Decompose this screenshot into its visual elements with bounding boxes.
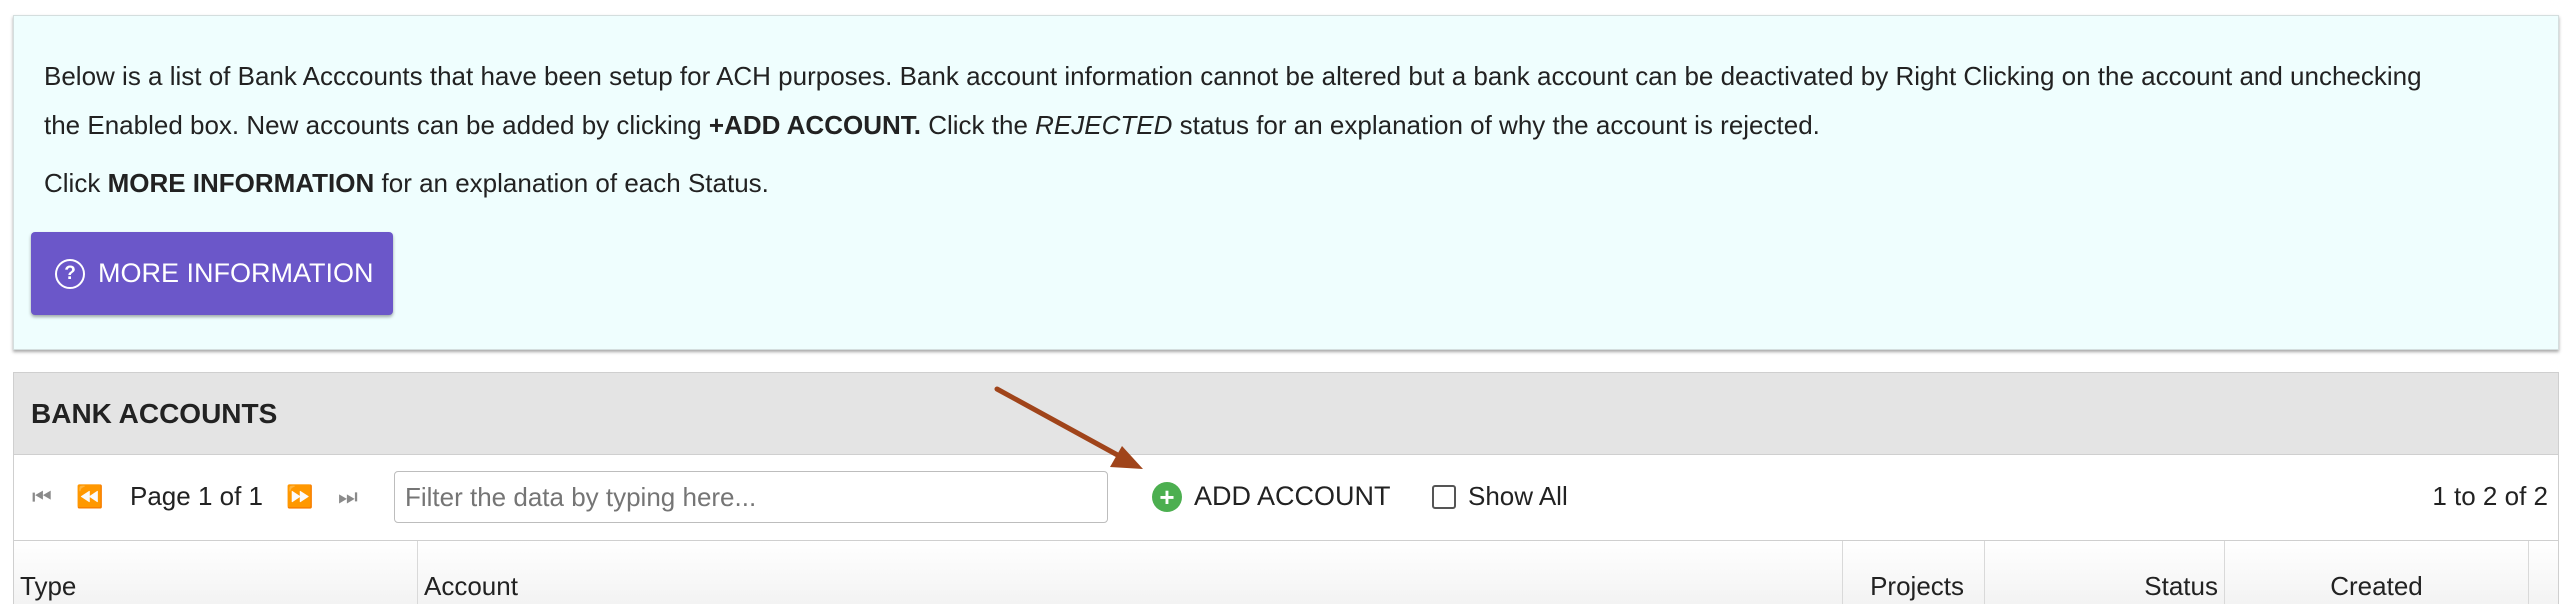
info-line-2a: the Enabled box. New accounts can be add… [44,110,709,140]
first-page-icon[interactable]: ⏮ [32,485,52,509]
plus-circle-icon: + [1152,481,1182,512]
more-information-button[interactable]: ? MORE INFORMATION [31,232,393,315]
filter-input[interactable] [394,471,1108,523]
column-header-type[interactable]: Type [14,541,418,604]
column-header-spacer [2529,541,2560,604]
previous-page-icon[interactable]: ⏪ [76,485,103,509]
column-header-created[interactable]: Created [2225,541,2529,604]
grid-toolbar: ⏮ ⏪ Page 1 of 1 ⏩ ⏭ + ADD ACCOUNT Show A… [14,455,2558,541]
column-header-account[interactable]: Account [418,541,1843,604]
grid-title: BANK ACCOUNTS [14,373,2558,455]
next-page-icon[interactable]: ⏩ [286,485,313,509]
show-all-toggle[interactable]: Show All [1432,481,1568,512]
show-all-checkbox[interactable] [1432,484,1456,509]
page-label: Page 1 of 1 [130,481,263,511]
info-line-3-bold: MORE INFORMATION [107,168,375,198]
info-paragraph: Below is a list of Bank Acccounts that h… [44,52,2528,150]
info-line-2-bold: +ADD ACCOUNT. [708,110,921,140]
add-account-label: ADD ACCOUNT [1194,481,1391,511]
record-count: 1 to 2 of 2 [2432,481,2548,511]
question-circle-icon: ? [55,258,85,289]
more-information-label: MORE INFORMATION [98,258,374,288]
info-line-2c: status for an explanation of why the acc… [1172,110,1820,140]
show-all-label: Show All [1468,481,1568,511]
info-line-2b: Click the [920,110,1036,140]
column-header-row: Type Account Projects Status Created [14,541,2558,604]
info-line-1: Below is a list of Bank Acccounts that h… [44,61,2422,91]
info-paragraph-status: Click MORE INFORMATION for an explanatio… [44,159,2528,208]
column-header-status[interactable]: Status [1985,541,2225,604]
bank-accounts-grid: BANK ACCOUNTS ⏮ ⏪ Page 1 of 1 ⏩ ⏭ + ADD … [13,372,2559,604]
info-line-3b: for an explanation of each Status. [374,168,769,198]
info-line-3a: Click [44,168,108,198]
column-header-projects[interactable]: Projects [1843,541,1985,604]
last-page-icon[interactable]: ⏭ [338,485,358,509]
add-account-button[interactable]: + ADD ACCOUNT [1152,481,1391,512]
info-panel: Below is a list of Bank Acccounts that h… [13,15,2559,350]
info-line-2-italic: REJECTED [1035,110,1173,140]
